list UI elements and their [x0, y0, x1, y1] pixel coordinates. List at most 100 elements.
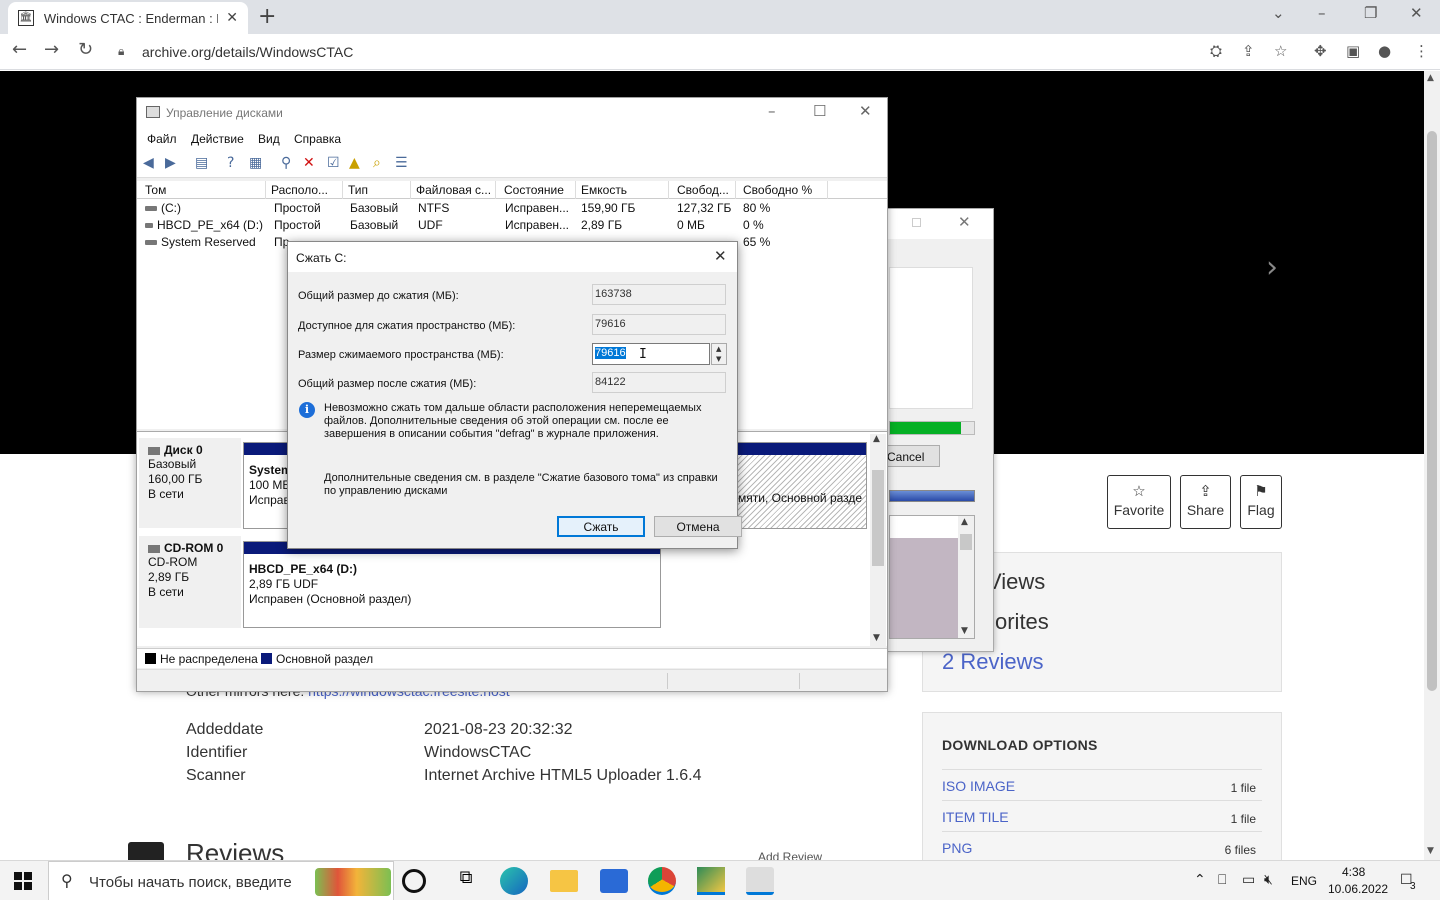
list-view-icon[interactable]: ☰	[395, 155, 408, 171]
download-item[interactable]: ISO IMAGE 1 file	[942, 769, 1262, 797]
wizard-list[interactable]: ▲ ▼	[889, 515, 975, 639]
tab-search-icon[interactable]: ⌄	[1272, 4, 1285, 22]
scroll-up-icon[interactable]: ▲	[873, 434, 880, 444]
lock-icon[interactable]: 🔒︎	[118, 44, 124, 59]
share-icon[interactable]: ⇪	[1242, 42, 1255, 60]
download-item-name[interactable]: ITEM TILE	[942, 809, 1009, 825]
file-explorer-icon[interactable]	[550, 870, 578, 892]
folder-up-icon[interactable]: ▲	[349, 155, 360, 171]
cancel-button[interactable]: Отмена	[654, 516, 742, 537]
cortana-icon[interactable]	[402, 869, 426, 893]
close-tab-icon[interactable]: ✕	[226, 10, 238, 26]
mediacreation-icon[interactable]	[697, 867, 725, 895]
cdrom-label[interactable]: CD-ROM 0 CD-ROM 2,89 ГБ В сети	[139, 536, 241, 628]
star-icon[interactable]: ☆	[1274, 42, 1287, 60]
disk0-label[interactable]: Диск 0 Базовый 160,00 ГБ В сети	[139, 438, 241, 528]
scroll-down-icon[interactable]: ▼	[1427, 846, 1434, 856]
partition-c[interactable]: мяти, Основной разде	[737, 442, 867, 529]
menu-action[interactable]: Действие	[191, 132, 244, 146]
console-tree-icon[interactable]: ▤	[195, 155, 208, 171]
chevron-up-icon[interactable]: ⌃	[1194, 872, 1206, 888]
clock-date[interactable]: 10.06.2022	[1328, 882, 1388, 896]
checklist-icon[interactable]: ☑	[327, 155, 340, 171]
download-item[interactable]: PNG 6 files	[942, 831, 1262, 859]
store-icon[interactable]	[600, 869, 628, 893]
address-bar[interactable]: archive.org/details/WindowsCTAC	[142, 44, 353, 60]
graph-scrollbar[interactable]: ▲ ▼	[870, 434, 886, 646]
extensions-icon[interactable]: ✥	[1314, 42, 1327, 60]
share-button[interactable]: ⇪ Share	[1180, 475, 1231, 529]
flag-button[interactable]: ⚑ Flag	[1240, 475, 1282, 529]
close-icon[interactable]: ✕	[714, 247, 727, 265]
help-icon[interactable]: ?	[227, 155, 234, 171]
disk-management-app-icon[interactable]	[746, 867, 774, 895]
scroll-up-icon[interactable]: ▲	[1427, 73, 1434, 83]
shrink-amount-stepper[interactable]: ▲ ▼	[711, 343, 727, 365]
scroll-thumb[interactable]	[1427, 131, 1437, 691]
translate-icon[interactable]: ⛭	[1210, 42, 1222, 60]
close-window-icon[interactable]: ✕	[1410, 4, 1423, 22]
stepper-up-icon[interactable]: ▲	[716, 345, 721, 353]
windows-start-icon[interactable]	[14, 872, 32, 890]
scroll-down-icon[interactable]: ▼	[961, 626, 968, 636]
chrome-icon[interactable]	[648, 867, 676, 895]
shrink-amount-input[interactable]: 79616 I	[592, 343, 710, 365]
meet-now-icon[interactable]: ⎕	[1218, 872, 1226, 888]
shrink-button[interactable]: Сжать	[557, 516, 645, 537]
sidebar-icon[interactable]: ▣	[1346, 42, 1360, 60]
col-header[interactable]: Емкость	[576, 181, 669, 199]
download-item-name[interactable]: ISO IMAGE	[942, 778, 1015, 794]
scroll-down-icon[interactable]: ▼	[873, 633, 880, 643]
back-icon[interactable]: ◀	[143, 155, 154, 171]
taskbar-search[interactable]: ⚲ Чтобы начать поиск, введите	[48, 861, 394, 900]
list-scroll-thumb[interactable]	[960, 534, 972, 550]
menu-file[interactable]: Файл	[147, 132, 177, 146]
favorite-button[interactable]: ☆ Favorite	[1107, 475, 1171, 529]
col-header[interactable]: Том	[140, 181, 266, 199]
shrink-amount-value[interactable]: 79616	[595, 347, 626, 359]
forward-icon[interactable]: ▶	[165, 155, 176, 171]
col-header[interactable]: Файловая с...	[411, 181, 496, 199]
restore-icon[interactable]: ❐	[1364, 4, 1377, 22]
clock-time[interactable]: 4:38	[1342, 865, 1365, 879]
edge-icon[interactable]	[500, 867, 528, 895]
graph-scroll-thumb[interactable]	[872, 470, 884, 566]
menu-icon[interactable]: ⋮	[1414, 42, 1429, 60]
wizard-cancel-button[interactable]: Cancel	[884, 445, 940, 467]
delete-icon[interactable]: ✕	[303, 155, 315, 171]
profile-icon[interactable]: ●	[1378, 42, 1391, 60]
reload-icon[interactable]: ↻	[78, 39, 93, 60]
col-header[interactable]: Свобод...	[672, 181, 736, 199]
connect-icon[interactable]: ⚲	[281, 155, 291, 171]
close-icon[interactable]: ✕	[859, 102, 872, 120]
col-header[interactable]: Состояние	[499, 181, 576, 199]
partition-d[interactable]: HBCD_PE_x64 (D:) 2,89 ГБ UDF Исправен (О…	[243, 541, 661, 628]
col-header[interactable]: Свободно %	[738, 181, 828, 199]
partition-system-reserved[interactable]: System 100 МБ Исправ	[243, 442, 293, 529]
menu-view[interactable]: Вид	[258, 132, 280, 146]
download-item-name[interactable]: PNG	[942, 840, 972, 856]
col-header[interactable]: Располо...	[266, 181, 343, 199]
menu-help[interactable]: Справка	[294, 132, 341, 146]
stepper-down-icon[interactable]: ▼	[716, 355, 721, 363]
volume-muted-icon[interactable]: 🔇︎	[1264, 872, 1273, 888]
page-scrollbar[interactable]: ▲ ▼	[1424, 71, 1440, 860]
reviews-link[interactable]: 2 Reviews	[942, 649, 1043, 675]
network-icon[interactable]: ▭	[1242, 872, 1255, 888]
search-folder-icon[interactable]: ⌕	[373, 155, 381, 171]
language-indicator[interactable]: ENG	[1291, 874, 1317, 888]
close-icon[interactable]: ✕	[958, 213, 971, 231]
properties-icon[interactable]: ▦	[249, 155, 262, 171]
download-item[interactable]: ITEM TILE 1 file	[942, 800, 1262, 828]
selected-item[interactable]	[890, 538, 958, 638]
new-tab-icon[interactable]: +	[258, 4, 276, 29]
minimize-icon[interactable]: –	[1318, 4, 1326, 22]
table-row[interactable]: (C:) Простой Базовый NTFS Исправен... 15…	[137, 200, 887, 217]
scroll-up-icon[interactable]: ▲	[961, 517, 968, 527]
chevron-right-icon[interactable]: ›	[1266, 250, 1278, 285]
browser-tab[interactable]: 🏛︎ Windows CTAC : Enderman : Free ✕	[8, 2, 248, 34]
back-icon[interactable]: ←	[12, 39, 27, 60]
task-view-icon[interactable]: ⧉	[452, 867, 480, 895]
col-header[interactable]: Тип	[343, 181, 411, 199]
maximize-icon[interactable]	[912, 218, 921, 227]
